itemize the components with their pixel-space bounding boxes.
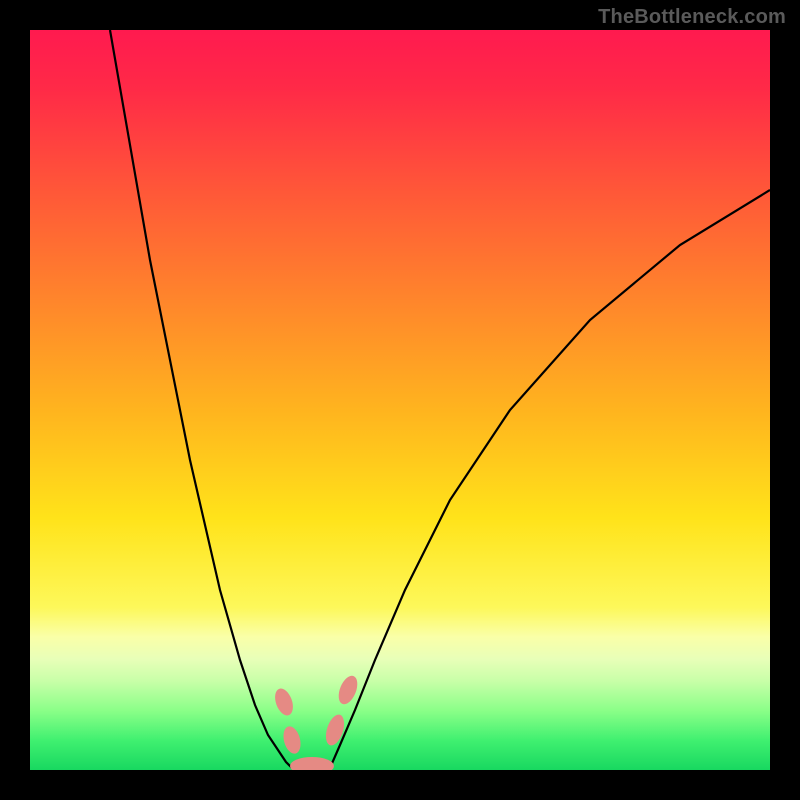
marker-left-upper <box>272 686 297 718</box>
marker-right-lower <box>322 712 347 747</box>
chart-frame <box>30 30 770 770</box>
curve-right-branch <box>330 190 770 768</box>
marker-left-lower <box>281 724 304 755</box>
watermark-text: TheBottleneck.com <box>598 6 786 29</box>
curve-left-branch <box>110 30 292 768</box>
curve-markers <box>272 673 361 770</box>
bottleneck-curve-svg <box>30 30 770 770</box>
marker-trough-blob <box>290 757 334 770</box>
